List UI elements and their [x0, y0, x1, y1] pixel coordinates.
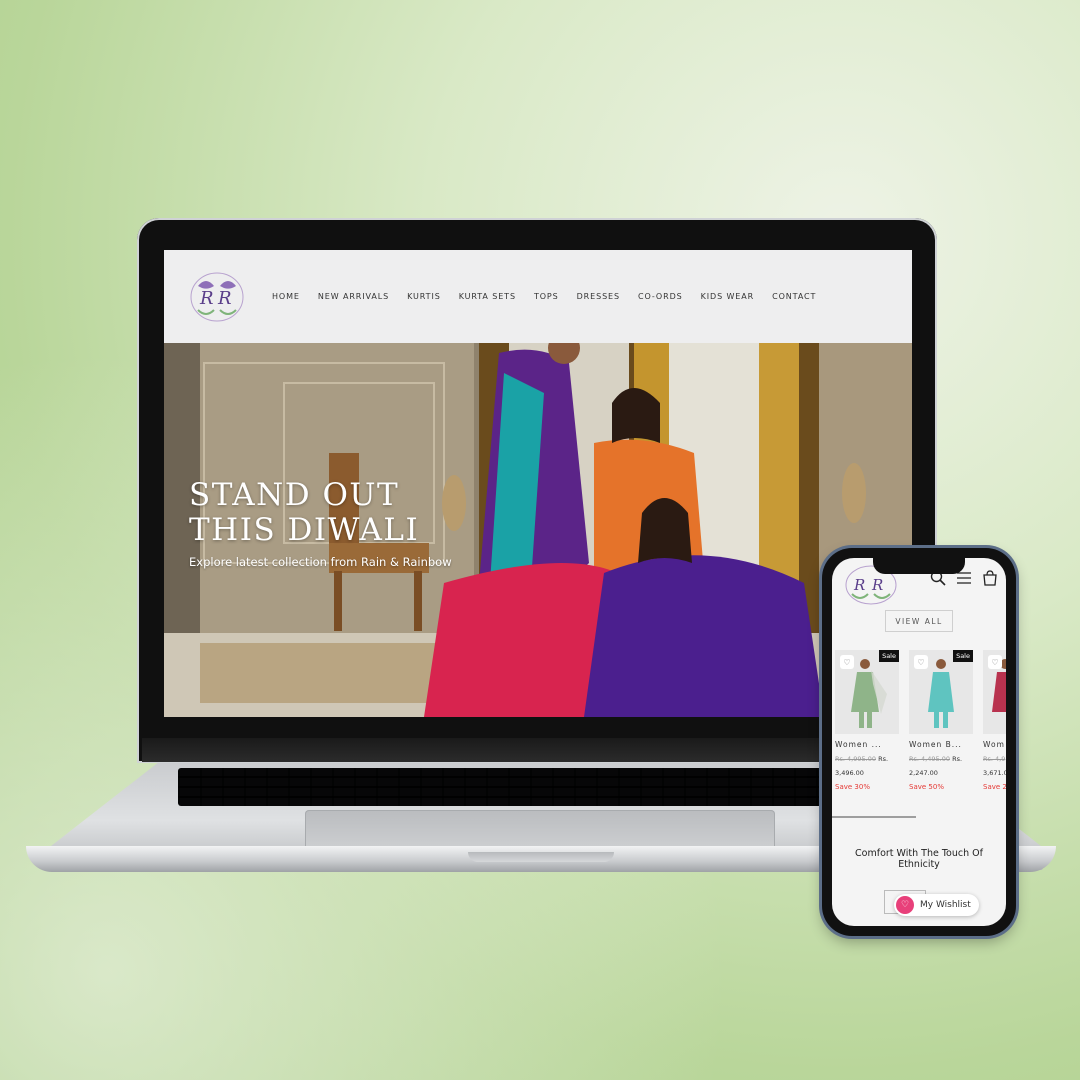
wishlist-heart-icon[interactable]: ♡ [840, 655, 854, 669]
my-wishlist-button[interactable]: ♡ My Wishlist [894, 894, 979, 916]
product-price: 3,671.0 [983, 769, 1006, 777]
product-price-prefix: Rs. [878, 755, 889, 763]
wishlist-heart-icon[interactable]: ♡ [914, 655, 928, 669]
product-image[interactable]: ♡ Sale [909, 650, 973, 734]
cart-icon[interactable] [982, 570, 998, 586]
hero-title: STAND OUT THIS DIWALI [189, 478, 419, 548]
laptop-screen: R R HOME NEW ARRIVALS KURTIS KURTA SETS … [164, 250, 912, 717]
product-card[interactable]: ♡ Sale Women B... Rs. 4,495.00 Rs. 2,247… [909, 650, 973, 791]
svg-text:R: R [853, 576, 865, 594]
nav-tops[interactable]: TOPS [534, 292, 559, 301]
product-price: 3,496.00 [835, 769, 864, 777]
product-name[interactable]: Women B... [909, 740, 973, 749]
product-old-price: Rs. 4,995.00 [835, 755, 876, 763]
svg-text:R: R [871, 576, 883, 594]
nav-new-arrivals[interactable]: NEW ARRIVALS [318, 292, 389, 301]
product-price-line: Rs. 4,495.00 Rs. [909, 755, 973, 763]
product-image[interactable]: ♡ [983, 650, 1006, 734]
nav-kids-wear[interactable]: KIDS WEAR [701, 292, 754, 301]
phone-screen: R R VIEW ALL ♡ Sale Women ... Rs. 4,995.… [832, 558, 1006, 926]
my-wishlist-label: My Wishlist [920, 900, 971, 910]
product-carousel: ♡ Sale Women ... Rs. 4,995.00 Rs. 3,496.… [835, 650, 1006, 791]
product-price: 2,247.00 [909, 769, 938, 777]
product-name[interactable]: Women ... [835, 740, 899, 749]
sale-badge: Sale [953, 650, 973, 662]
nav-co-ords[interactable]: CO-ORDS [638, 292, 683, 301]
product-name[interactable]: Wom [983, 740, 1006, 749]
nav-dresses[interactable]: DRESSES [577, 292, 620, 301]
product-old-price: Rs. 4,9 [983, 755, 1006, 763]
site-header: R R HOME NEW ARRIVALS KURTIS KURTA SETS … [164, 250, 912, 344]
nav-home[interactable]: HOME [272, 292, 300, 301]
laptop-keyboard [178, 768, 878, 806]
sale-badge: Sale [879, 650, 899, 662]
product-price-line: Rs. 4,995.00 Rs. [835, 755, 899, 763]
brand-logo[interactable]: R R [188, 270, 246, 324]
product-save: Save 30% [835, 783, 870, 791]
main-nav: HOME NEW ARRIVALS KURTIS KURTA SETS TOPS… [272, 292, 834, 301]
nav-contact[interactable]: CONTACT [772, 292, 816, 301]
wishlist-heart-icon[interactable]: ♡ [988, 655, 1002, 669]
product-save: Save 50% [909, 783, 944, 791]
hero-subtitle: Explore latest collection from Rain & Ra… [189, 555, 452, 569]
product-price-prefix: Rs. [952, 755, 963, 763]
product-card[interactable]: ♡ Wom Rs. 4,9 3,671.0 Save 2 [983, 650, 1006, 791]
product-card[interactable]: ♡ Sale Women ... Rs. 4,995.00 Rs. 3,496.… [835, 650, 899, 791]
svg-text:R: R [217, 288, 232, 309]
hero-title-line2: THIS DIWALI [189, 512, 420, 548]
view-all-button[interactable]: VIEW ALL [885, 610, 953, 632]
nav-kurtis[interactable]: KURTIS [407, 292, 441, 301]
carousel-progress-bar[interactable] [832, 816, 916, 818]
product-save: Save 2 [983, 783, 1006, 791]
product-old-price: Rs. 4,495.00 [909, 755, 950, 763]
laptop-opening-notch [468, 852, 614, 862]
laptop-chin [142, 738, 932, 762]
product-price-line: Rs. 4,9 [983, 755, 1006, 763]
heart-icon: ♡ [896, 896, 914, 914]
nav-kurta-sets[interactable]: KURTA SETS [459, 292, 516, 301]
collection-tagline: Comfort With The Touch Of Ethnicity [855, 848, 983, 870]
product-image[interactable]: ♡ Sale [835, 650, 899, 734]
phone-notch [873, 556, 965, 574]
hero-banner[interactable]: STAND OUT THIS DIWALI Explore latest col… [164, 343, 912, 717]
svg-text:R: R [199, 288, 214, 309]
hero-title-line1: STAND OUT [189, 477, 400, 513]
